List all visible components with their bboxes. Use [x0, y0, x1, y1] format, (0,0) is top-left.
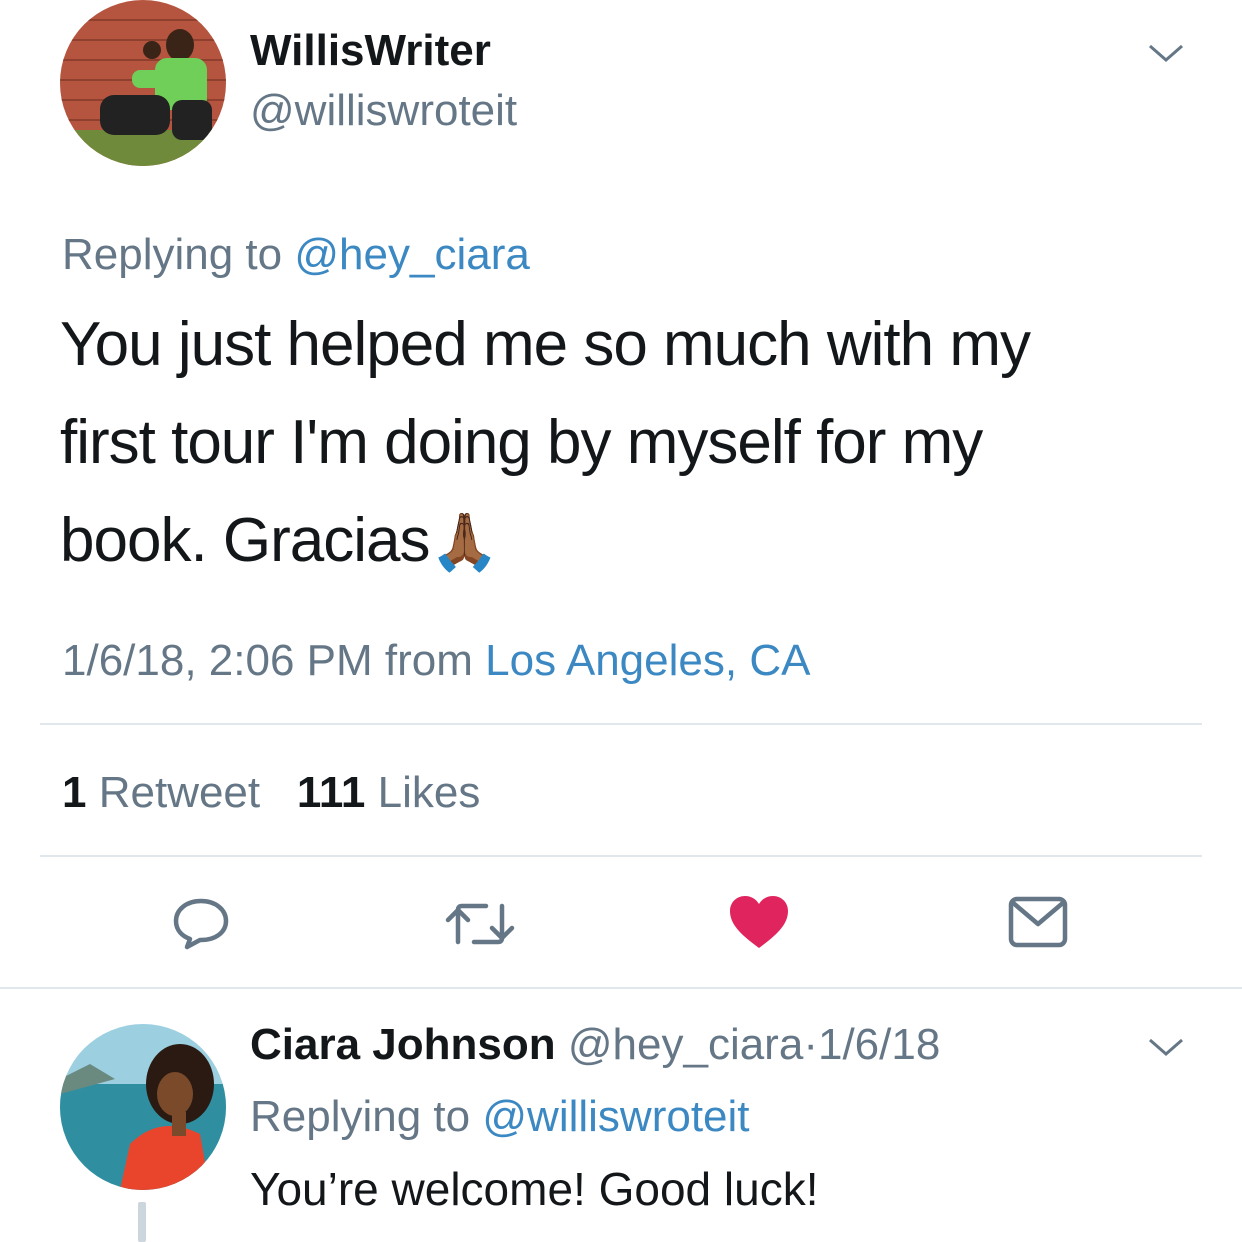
like-button[interactable]	[728, 894, 790, 950]
retweet-icon	[445, 903, 515, 945]
like-count: 111	[296, 768, 366, 817]
divider	[40, 723, 1202, 725]
reply-author-name[interactable]: Ciara Johnson	[250, 1020, 556, 1069]
retweet-button[interactable]	[444, 898, 516, 950]
author-name[interactable]: WillisWriter	[250, 26, 491, 76]
reply-thread-line	[138, 1202, 146, 1242]
location-link[interactable]: Los Angeles, CA	[485, 636, 810, 685]
replying-prefix: Replying to	[62, 230, 283, 279]
chevron-down-icon	[1149, 44, 1183, 62]
avatar-photo	[60, 0, 226, 166]
replying-to-link[interactable]: @hey_ciara	[294, 230, 529, 279]
reply-author-handle[interactable]: @hey_ciara	[568, 1020, 803, 1069]
tweet-timestamp[interactable]: 1/6/18, 2:06 PM	[62, 636, 373, 685]
reply-header: Ciara Johnson @hey_ciara·1/6/18	[250, 1020, 940, 1070]
retweet-count: 1	[62, 768, 87, 817]
like-label: Likes	[377, 768, 481, 817]
reply-replying-to-link[interactable]: @williswroteit	[482, 1092, 749, 1141]
reply-author-avatar[interactable]	[60, 1024, 226, 1190]
tweet-text-line: book. Gracias🙏🏾	[60, 492, 1200, 591]
retweet-label: Retweet	[98, 768, 261, 817]
likes-stat[interactable]: 111 Likes	[297, 768, 481, 817]
author-handle[interactable]: @williswroteit	[250, 86, 517, 136]
reply-button[interactable]	[170, 895, 232, 951]
reply-replying-to-line: Replying to @williswroteit	[250, 1092, 750, 1142]
tweet-stats: 1 Retweet 111 Likes	[62, 768, 480, 818]
tweet-text: You just helped me so much with my first…	[60, 296, 1200, 591]
tweet-text-line: You just helped me so much with my	[60, 310, 1031, 379]
tweet-text-line: first tour I'm doing by myself for my	[60, 408, 983, 477]
retweet-stat[interactable]: 1 Retweet	[62, 768, 272, 817]
avatar-photo	[60, 1024, 226, 1190]
author-avatar[interactable]	[60, 0, 226, 166]
divider	[40, 855, 1202, 857]
reply-text: You’re welcome! Good luck!	[250, 1163, 819, 1215]
heart-icon	[730, 896, 788, 948]
replying-to-line: Replying to @hey_ciara	[62, 230, 530, 280]
tweet-text-line-3: book. Gracias	[60, 506, 431, 575]
from-label: from	[384, 636, 473, 685]
chevron-down-icon	[1149, 1038, 1183, 1056]
reply-replying-prefix: Replying to	[250, 1092, 471, 1141]
reply-options-chevron[interactable]	[1146, 1032, 1186, 1062]
reply-bubble-icon	[173, 898, 229, 950]
reply-date[interactable]: 1/6/18	[818, 1020, 940, 1069]
folded-hands-emoji: 🙏🏾	[429, 510, 500, 573]
tweet-options-chevron[interactable]	[1146, 38, 1186, 68]
section-divider	[0, 987, 1242, 989]
envelope-icon	[1008, 896, 1068, 948]
separator-dot: ·	[803, 1020, 818, 1069]
direct-message-button[interactable]	[1008, 896, 1068, 948]
tweet-meta: 1/6/18, 2:06 PM from Los Angeles, CA	[62, 636, 810, 686]
